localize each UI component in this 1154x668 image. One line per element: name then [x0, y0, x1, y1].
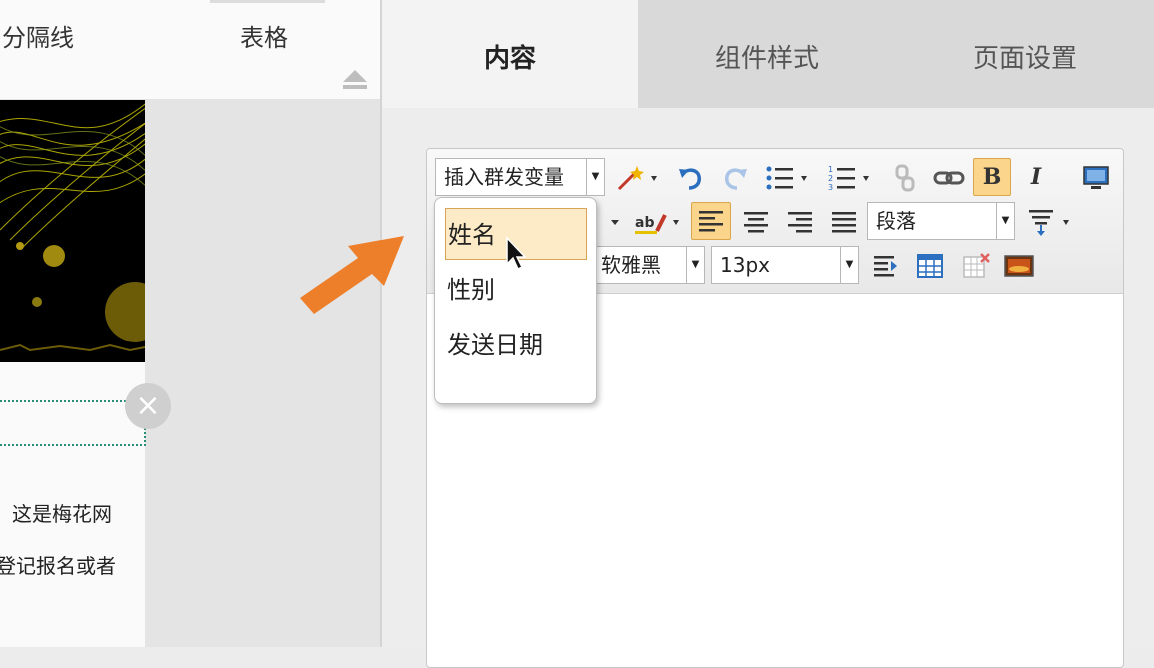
chevron-down-icon: ▼ — [996, 203, 1014, 239]
arrow-icon — [300, 236, 404, 314]
chevron-down-icon: ▼ — [840, 247, 858, 283]
link-icon[interactable] — [933, 163, 967, 193]
font-size-label: 13px — [720, 253, 770, 277]
email-preview: 这是梅花网 登记报名或者 — [0, 100, 146, 647]
close-icon[interactable]: × — [125, 383, 171, 429]
banner-image — [0, 100, 145, 362]
table-icon[interactable] — [915, 251, 945, 281]
paragraph-select[interactable]: 段落 ▼ — [867, 202, 1015, 240]
insert-variable-label: 插入群发变量 — [444, 165, 564, 189]
component-tabs: 分隔线 表格 — [0, 0, 380, 100]
bold-button[interactable]: B — [973, 158, 1011, 196]
svg-text:3: 3 — [828, 183, 833, 192]
align-left-button[interactable] — [691, 202, 731, 240]
tab-table[interactable]: 表格 — [240, 18, 288, 53]
left-panel: 分隔线 表格 这是梅花网 登记报名或者 × — [0, 0, 380, 647]
preview-text-1: 这是梅花网 — [12, 502, 112, 526]
preview-text-2: 登记报名或者 — [0, 554, 116, 578]
source-icon[interactable] — [1081, 163, 1111, 193]
line-height-icon[interactable] — [1025, 207, 1077, 237]
highlight-icon[interactable]: ab — [633, 207, 685, 237]
delete-table-icon[interactable] — [961, 251, 991, 281]
svg-text:1: 1 — [828, 165, 833, 174]
chevron-down-icon: ▼ — [686, 247, 704, 283]
italic-button[interactable]: I — [1021, 162, 1051, 192]
align-left-icon — [699, 211, 723, 232]
indent-icon[interactable] — [871, 251, 901, 281]
font-size-select[interactable]: 13px ▼ — [711, 246, 859, 284]
svg-text:2: 2 — [828, 174, 833, 183]
paragraph-label: 段落 — [876, 209, 916, 233]
settings-tabs: 内容 组件样式 页面设置 — [382, 0, 1154, 108]
redo-icon[interactable] — [721, 163, 749, 193]
image-icon[interactable] — [1003, 251, 1035, 281]
cursor-icon — [506, 236, 527, 271]
magic-wand-icon[interactable] — [615, 163, 661, 193]
numbered-list-icon[interactable]: 1 2 3 — [827, 163, 879, 193]
align-justify-icon[interactable] — [829, 207, 859, 237]
dropdown-item-send-date[interactable]: 发送日期 — [445, 319, 587, 371]
tab-page-settings[interactable]: 页面设置 — [896, 0, 1154, 108]
eject-icon[interactable] — [342, 68, 368, 90]
tab-indicator — [210, 0, 325, 3]
tab-component-style[interactable]: 组件样式 — [638, 0, 896, 108]
bullet-list-icon[interactable] — [765, 163, 817, 193]
align-right-icon[interactable] — [785, 207, 815, 237]
chevron-down-icon[interactable] — [609, 207, 623, 237]
chevron-down-icon: ▼ — [586, 159, 604, 195]
variable-dropdown-menu: 姓名 性别 发送日期 — [434, 197, 597, 404]
tab-divider[interactable]: 分隔线 — [2, 18, 74, 53]
font-family-select[interactable]: 软雅黑 ▼ — [593, 246, 705, 284]
font-family-label: 软雅黑 — [601, 253, 661, 277]
tab-content[interactable]: 内容 — [382, 0, 638, 108]
undo-icon[interactable] — [677, 163, 705, 193]
unlink-icon[interactable] — [891, 163, 921, 193]
insert-variable-select[interactable]: 插入群发变量 ▼ — [435, 158, 605, 196]
align-center-icon[interactable] — [741, 207, 771, 237]
svg-text:ab: ab — [635, 215, 654, 231]
